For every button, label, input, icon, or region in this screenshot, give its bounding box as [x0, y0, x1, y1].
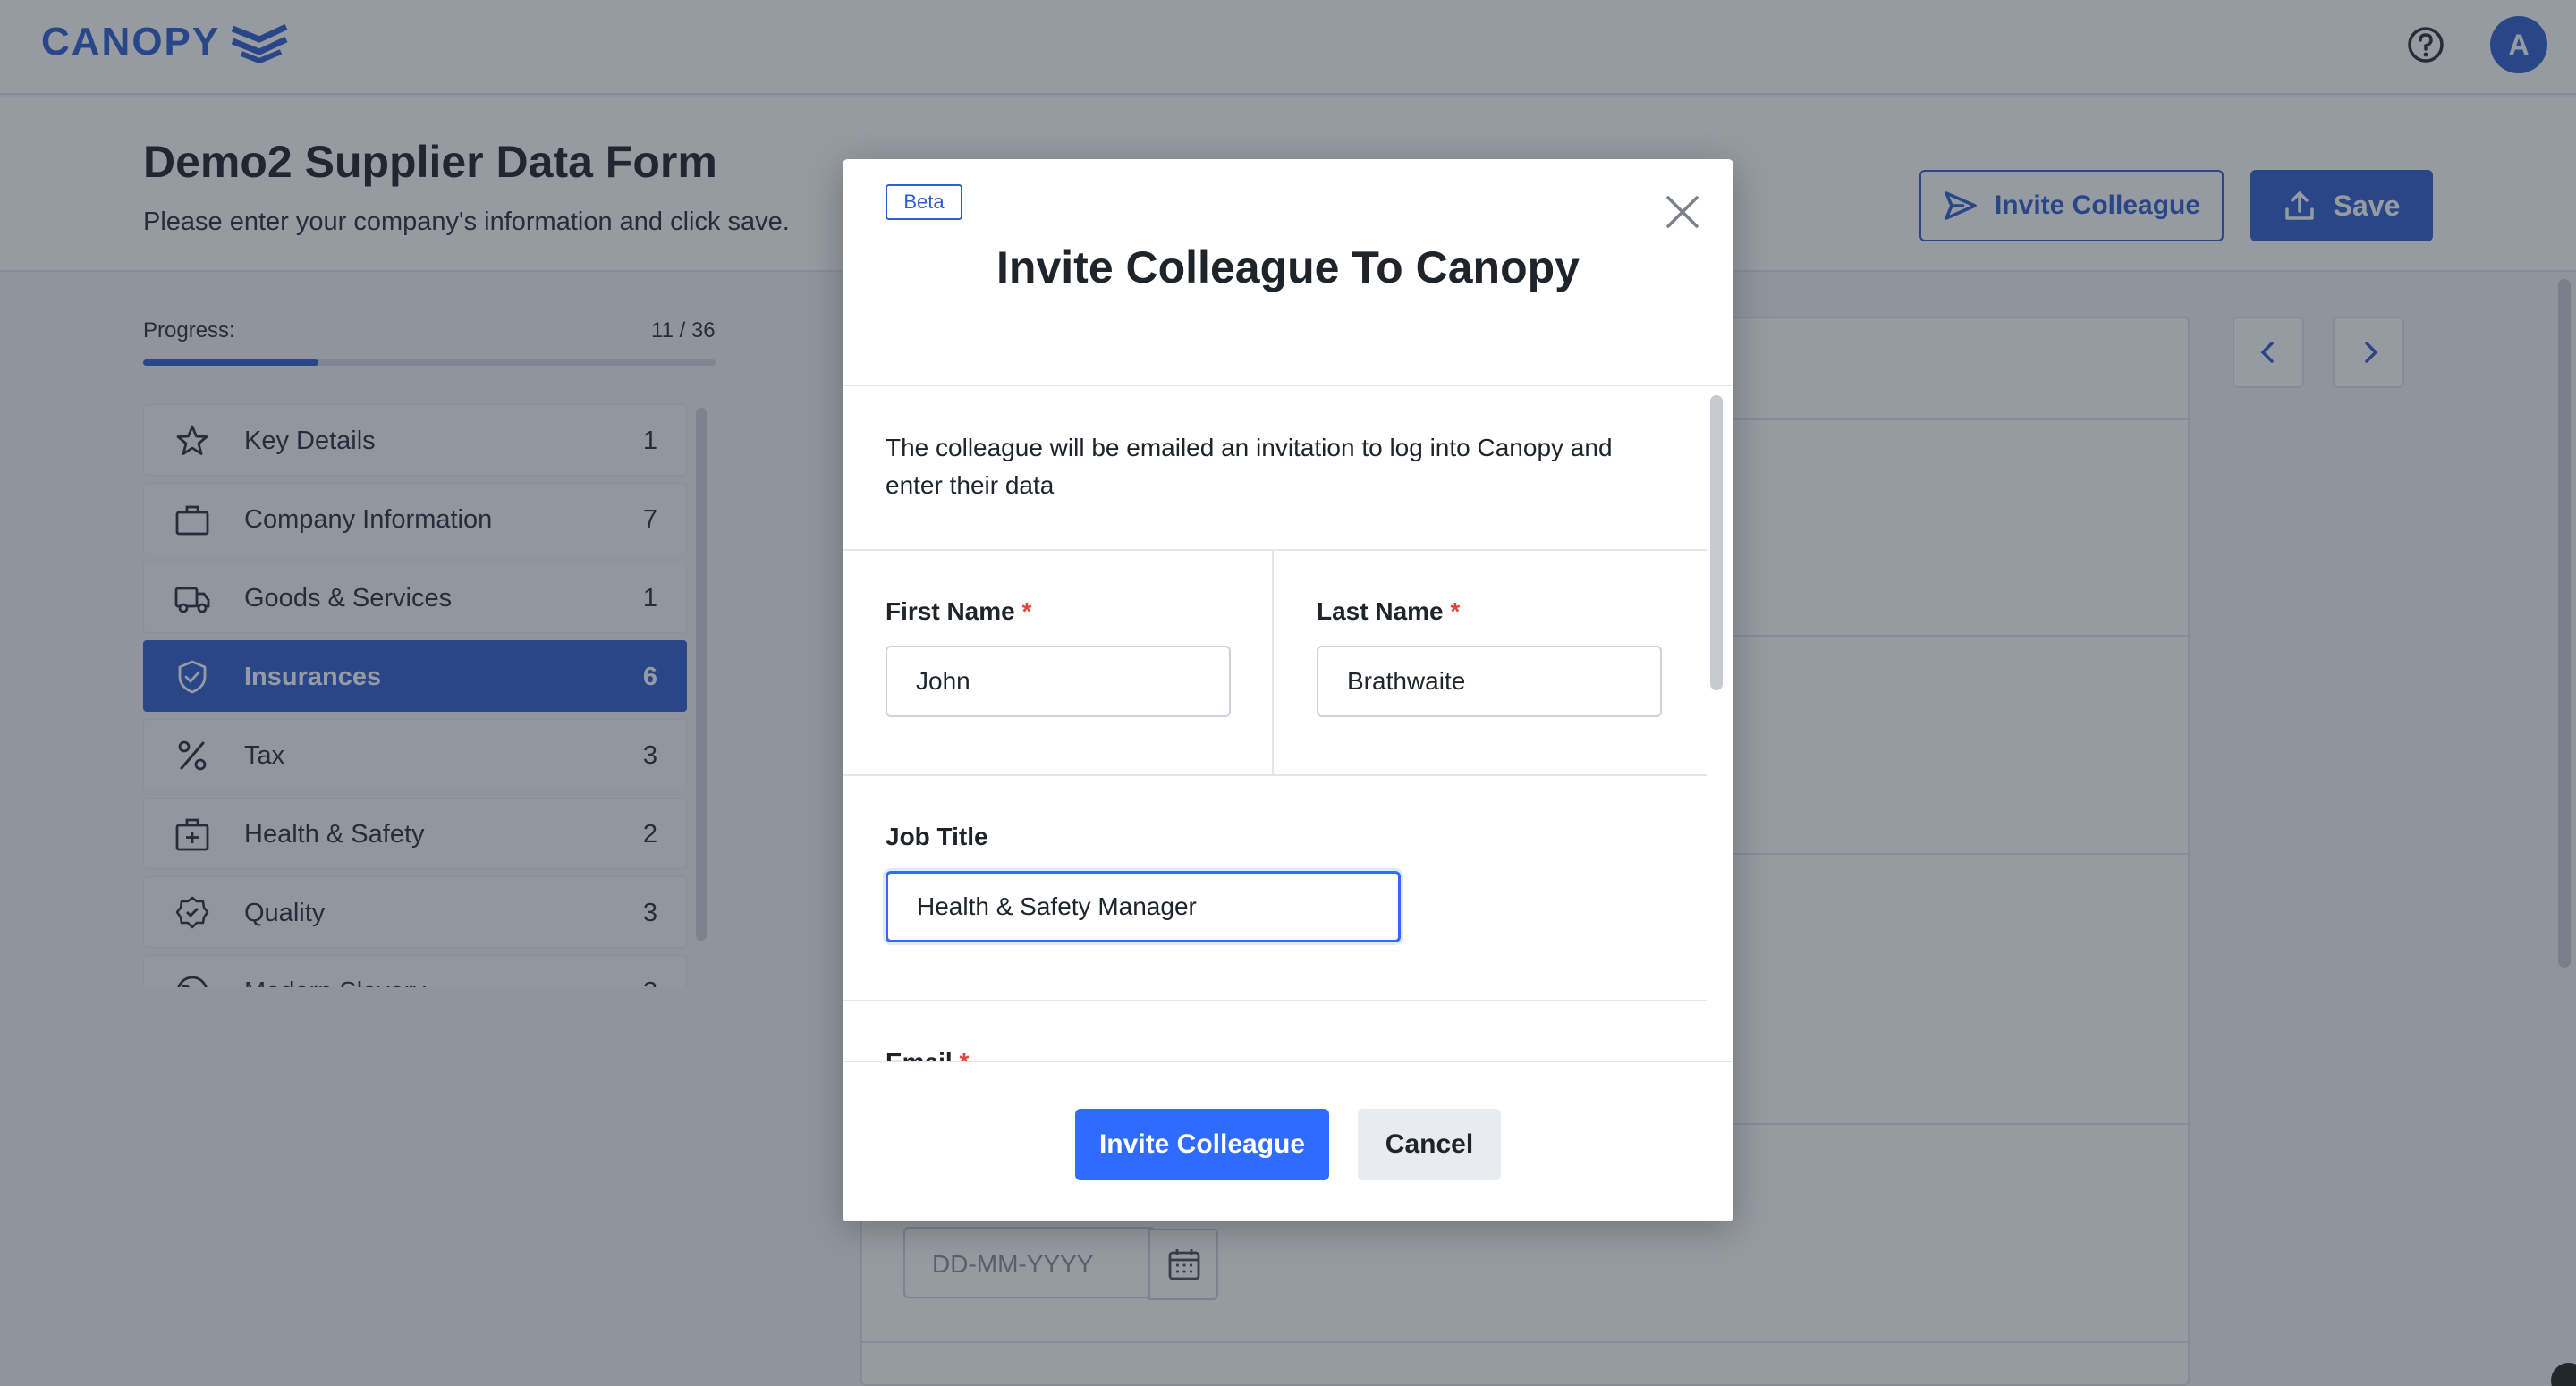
first-name-label-text: First Name: [886, 597, 1015, 625]
modal-divider: [843, 549, 1707, 551]
modal-title: Invite Colleague To Canopy: [996, 242, 1580, 292]
last-name-field[interactable]: [1317, 646, 1662, 717]
required-marker: *: [1450, 597, 1461, 625]
modal-intro-text: The colleague will be emailed an invitat…: [886, 434, 1613, 499]
modal-divider: [843, 1000, 1707, 1001]
beta-badge: Beta: [886, 184, 962, 220]
required-marker: *: [1021, 597, 1032, 625]
job-title-label: Job Title: [886, 823, 988, 851]
invite-colleague-button[interactable]: Invite Colleague: [1075, 1109, 1329, 1180]
job-title-field[interactable]: [886, 871, 1401, 942]
modal-column-divider: [1272, 551, 1274, 776]
modal-body: The colleague will be emailed an invitat…: [843, 385, 1733, 1062]
modal-scrollbar[interactable]: [1710, 395, 1723, 690]
close-icon[interactable]: [1664, 193, 1701, 231]
job-title-label-text: Job Title: [886, 823, 988, 850]
last-name-label: Last Name *: [1317, 597, 1460, 626]
first-name-field[interactable]: [886, 646, 1231, 717]
invite-colleague-modal: Beta Invite Colleague To Canopy The coll…: [843, 159, 1733, 1221]
modal-footer: Invite Colleague Cancel: [843, 1061, 1733, 1221]
first-name-label: First Name *: [886, 597, 1031, 626]
modal-divider: [843, 774, 1707, 776]
last-name-label-text: Last Name: [1317, 597, 1444, 625]
cancel-button[interactable]: Cancel: [1358, 1109, 1501, 1180]
